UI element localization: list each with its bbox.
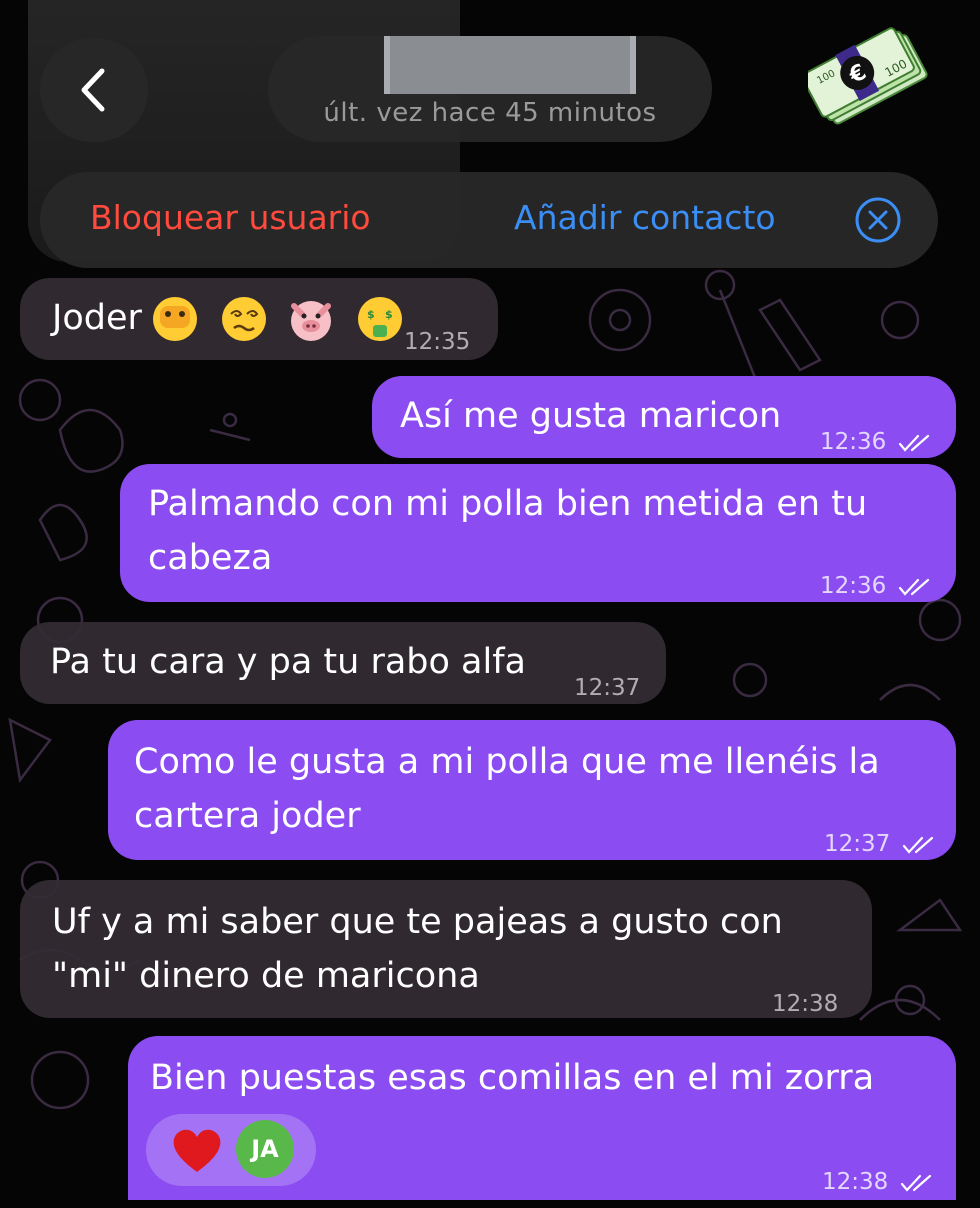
message-time: 12:38	[822, 1156, 934, 1208]
close-circle-icon[interactable]	[854, 196, 902, 244]
message-outgoing[interactable]: Así me gusta maricon 12:36	[372, 376, 956, 458]
reaction-pill[interactable]: JA	[146, 1114, 316, 1186]
double-check-icon	[902, 836, 933, 854]
message-text: Joder	[52, 298, 142, 338]
message-text: Pa tu cara y pa tu rabo alfa	[50, 642, 526, 682]
message-incoming[interactable]: Joder $ $ 12:35	[20, 278, 498, 360]
dizzy-face-icon	[222, 297, 267, 341]
message-incoming[interactable]: Pa tu cara y pa tu rabo alfa 12:37	[20, 622, 666, 704]
reactor-avatar: JA	[236, 1120, 294, 1178]
double-check-icon	[900, 1174, 931, 1192]
back-button[interactable]	[40, 38, 148, 142]
chat-title[interactable]: últ. vez hace 45 minutos	[268, 36, 712, 142]
block-user-button[interactable]: Bloquear usuario	[90, 198, 371, 237]
message-time: 12:35	[404, 329, 471, 355]
svg-text:$: $	[367, 308, 375, 321]
last-seen-status: últ. vez hace 45 minutos	[323, 98, 657, 128]
message-time: 12:36	[820, 416, 932, 468]
message-text: Bien puestas esas comillas en el mi zorr…	[150, 1058, 875, 1098]
unknown-contact-bar: Bloquear usuario Añadir contacto	[40, 172, 938, 268]
pig-face-icon	[291, 301, 332, 341]
chevron-left-icon	[81, 68, 105, 112]
message-time: 12:36	[820, 560, 932, 612]
face-with-hand-over-mouth-icon	[153, 297, 197, 341]
message-text-line: "mi" dinero de maricona	[52, 956, 480, 996]
message-text-line: Palmando con mi polla bien metida en tu	[148, 484, 868, 524]
message-text-line: cabeza	[148, 538, 273, 578]
message-outgoing[interactable]: Palmando con mi polla bien metida en tu …	[120, 464, 956, 602]
message-time: 12:37	[824, 818, 936, 870]
red-heart-icon	[173, 1129, 221, 1172]
message-text-line: cartera joder	[134, 796, 361, 836]
message-text-line: Uf y a mi saber que te pajeas a gusto co…	[52, 902, 783, 942]
message-outgoing[interactable]: Como le gusta a mi polla que me llenéis …	[108, 720, 956, 860]
message-text-line: Como le gusta a mi polla que me llenéis …	[134, 742, 880, 782]
add-contact-button[interactable]: Añadir contacto	[514, 198, 776, 237]
redacted-contact-name	[384, 36, 636, 94]
money-euro-icon[interactable]: € 100 100	[808, 14, 928, 134]
svg-text:$: $	[385, 308, 393, 321]
message-time: 12:38	[772, 991, 839, 1017]
double-check-icon	[898, 434, 929, 452]
money-mouth-face-icon: $ $	[358, 297, 403, 341]
message-incoming[interactable]: Uf y a mi saber que te pajeas a gusto co…	[20, 880, 872, 1018]
message-text: Así me gusta maricon	[400, 396, 782, 436]
double-check-icon	[898, 578, 929, 596]
message-time: 12:37	[574, 675, 641, 701]
